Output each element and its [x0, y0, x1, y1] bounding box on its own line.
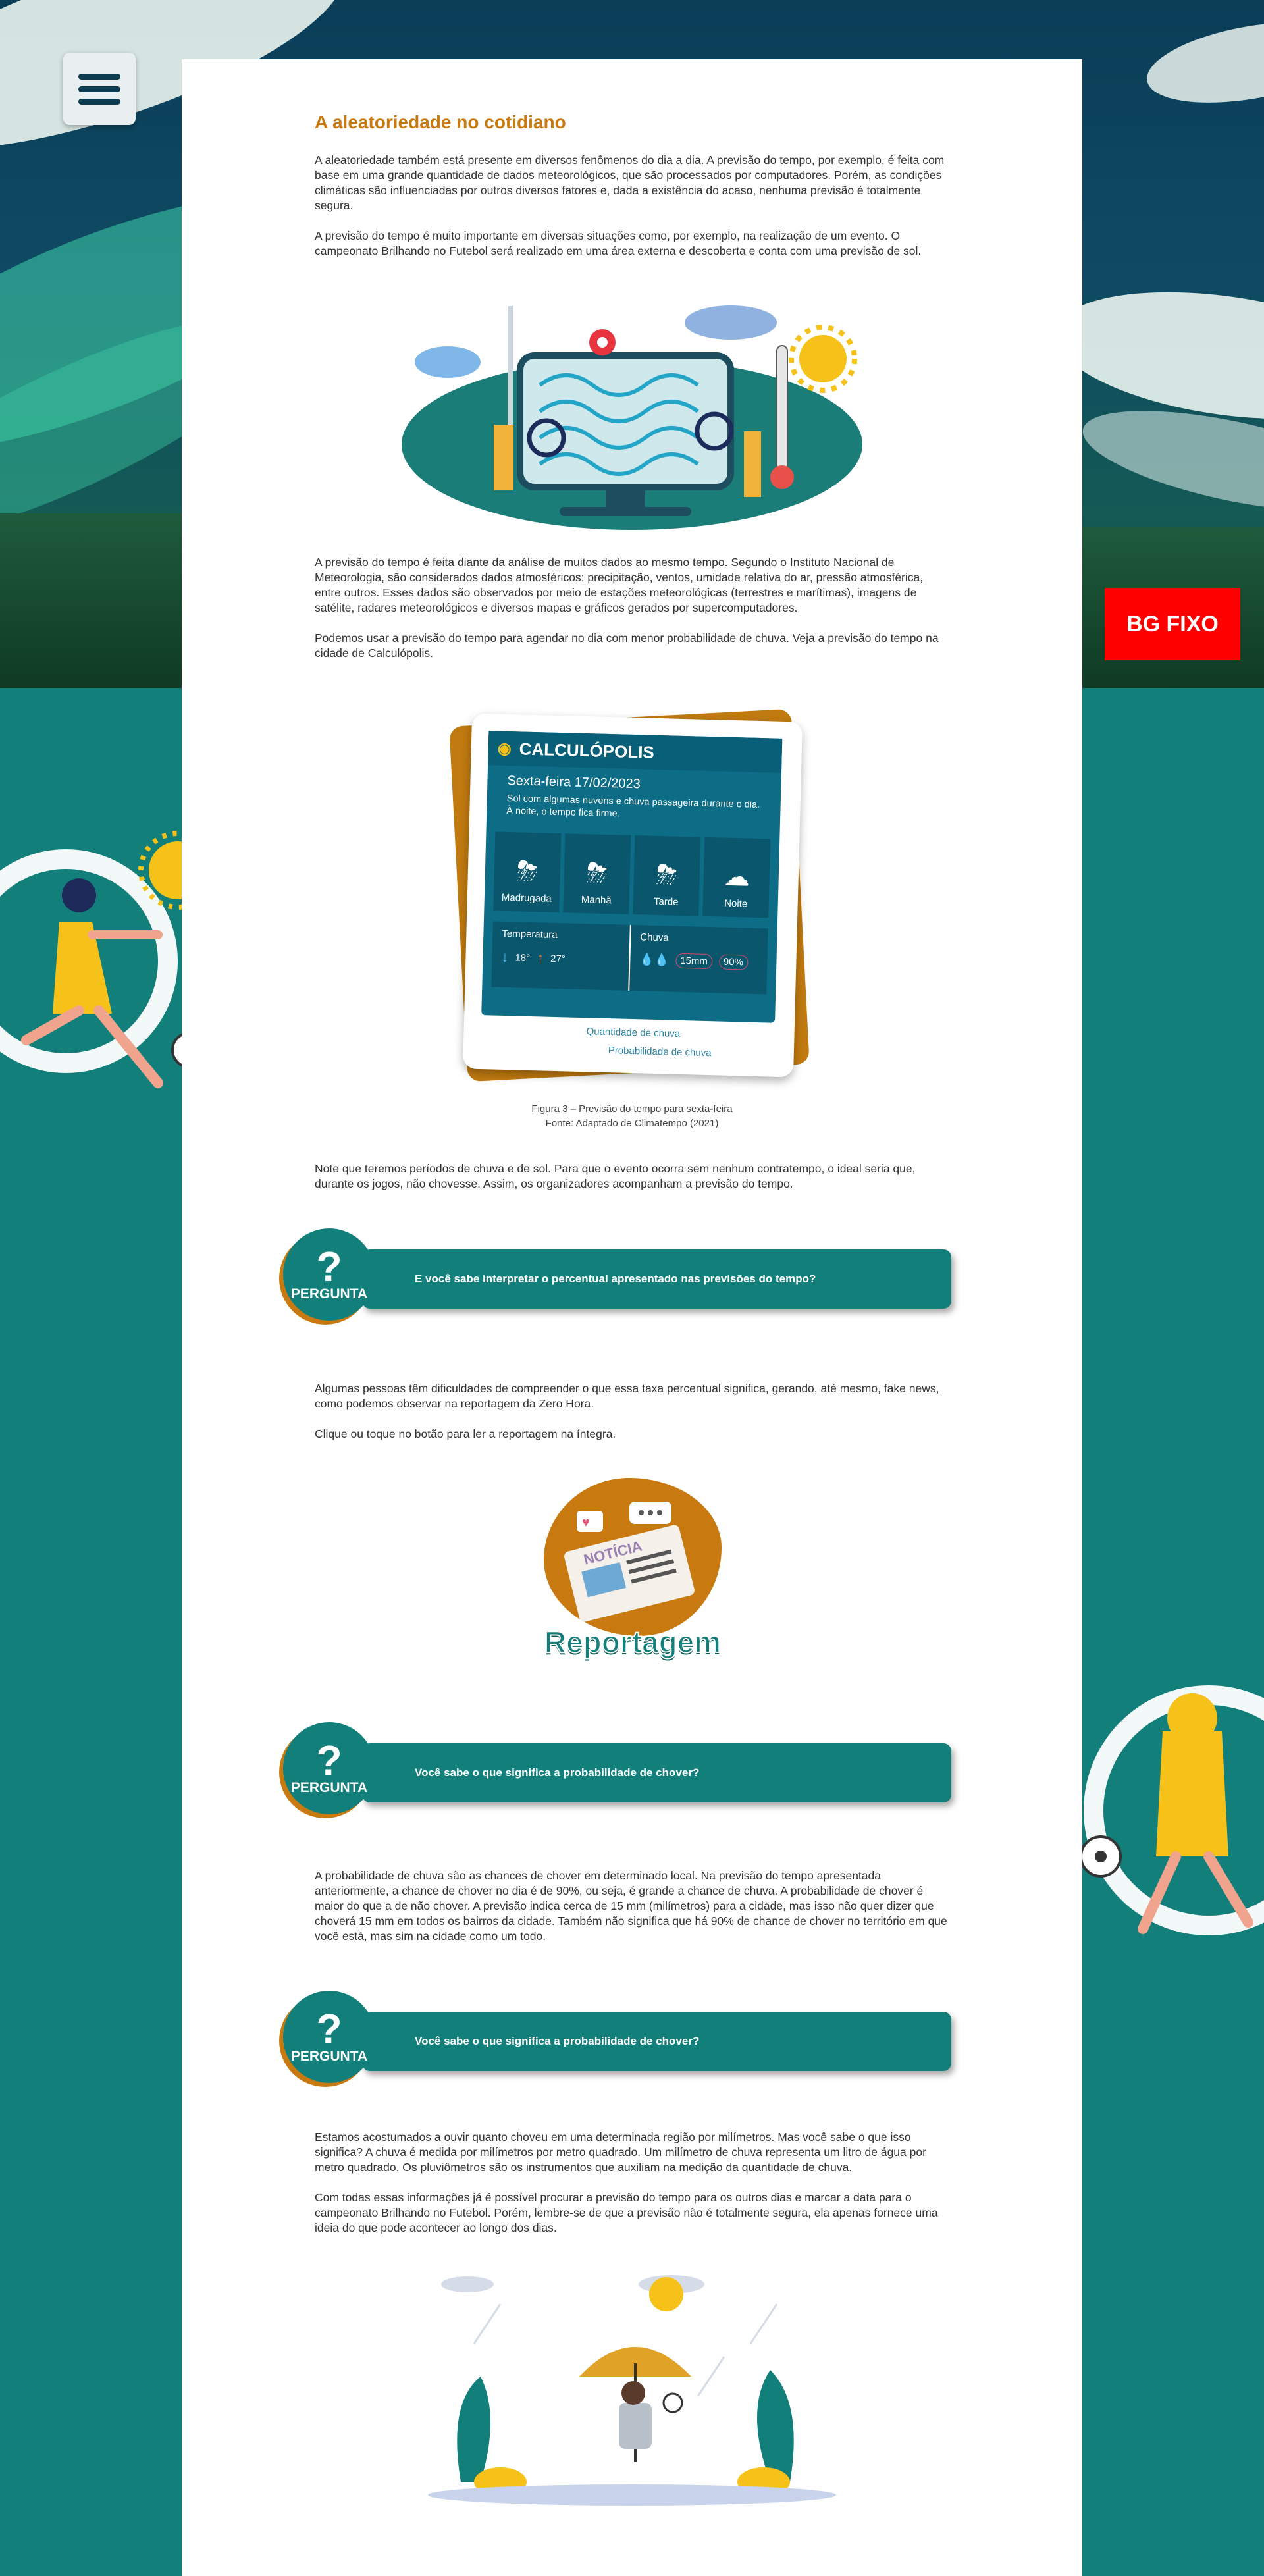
rain-amount: 15mm	[675, 953, 713, 970]
child-in-raincoat-illustration	[1080, 1685, 1264, 1935]
question-mark-icon: ?	[316, 1737, 342, 1784]
question-badge: ? PERGUNTA	[283, 1991, 375, 2083]
report-button[interactable]: NOTÍCIA ♥ Reportagem	[537, 1478, 728, 1675]
paragraph-7: Clique ou toque no botão para ler a repo…	[315, 1427, 616, 1440]
hamburger-menu-icon[interactable]	[63, 53, 136, 125]
temperature-label: Temperatura	[502, 928, 558, 941]
paragraph-5: Note que teremos períodos de chuva e de …	[315, 1162, 916, 1190]
question-box-1: E você sabe interpretar o percentual apr…	[283, 1228, 955, 1321]
annotation-rain-probability: Probabilidade de chuva	[608, 1045, 712, 1059]
paragraph-8: A probabilidade de chuva são as chances …	[315, 1869, 947, 1943]
question-text: Você sabe o que significa a probabilidad…	[415, 1766, 700, 1779]
card-front: ◉ CALCULÓPOLIS Sexta-feira 17/02/2023 So…	[463, 713, 803, 1078]
paragraph-1: A aleatoriedade também está presente em …	[315, 153, 945, 212]
paragraph-10: Com todas essas informações já é possíve…	[315, 2191, 938, 2234]
period-label: Madrugada	[501, 891, 552, 905]
temperature-max: 27°	[550, 953, 566, 964]
period-tarde: ⛈ Tarde	[633, 835, 701, 916]
paragraph-6: Algumas pessoas têm dificuldades de comp…	[315, 1382, 939, 1410]
section-title: A aleatoriedade no cotidiano	[315, 112, 566, 132]
forecast-periods: ⛈ Madrugada ⛈ Manhã ⛈ Tarde ☁ Noite	[484, 817, 780, 918]
weather-forecast-illustration	[402, 305, 862, 530]
figure-caption: Figura 3 – Previsão do tempo para sexta-…	[461, 1102, 803, 1131]
report-label: Reportagem	[544, 1624, 722, 1660]
cloud-lightning-rain-icon: ⛈	[516, 856, 539, 887]
temperature-min: 18°	[515, 951, 531, 964]
question-badge: ? PERGUNTA	[283, 1228, 375, 1321]
city-name: CALCULÓPOLIS	[519, 738, 655, 762]
figure-source: Fonte: Adaptado de Climatempo (2021)	[545, 1118, 719, 1129]
weather-forecast-card: ◉ CALCULÓPOLIS Sexta-feira 17/02/2023 So…	[449, 708, 810, 1082]
rain-measure-text: Estamos acostumados a ouvir quanto chove…	[315, 2130, 949, 2236]
location-pin-icon: ◉	[497, 739, 512, 758]
forecast-panel: ◉ CALCULÓPOLIS Sexta-feira 17/02/2023 So…	[481, 731, 783, 1023]
period-label: Tarde	[653, 895, 679, 908]
rain-probability: 90%	[718, 954, 749, 970]
cloud-lightning-rain-icon: ⛈	[656, 860, 678, 890]
question-bar: Você sabe o que significa a probabilidad…	[362, 1743, 951, 1802]
forecast-text: A previsão do tempo é feita diante da an…	[315, 555, 949, 661]
question-badge-label: PERGUNTA	[290, 1780, 368, 1795]
figure-title: Figura 3 – Previsão do tempo para sexta-…	[531, 1103, 733, 1115]
annotation-rain-amount: Quantidade de chuva	[586, 1026, 681, 1039]
period-madrugada: ⛈ Madrugada	[493, 831, 562, 913]
question-text: E você sabe interpretar o percentual apr…	[415, 1273, 816, 1285]
paragraph-9: Estamos acostumados a ouvir quanto chove…	[315, 2130, 926, 2174]
arrow-up-icon: ↑	[536, 949, 544, 966]
period-label: Manhã	[581, 893, 612, 907]
newspaper-icon: NOTÍCIA ♥	[564, 1502, 695, 1622]
question-mark-icon: ?	[316, 2005, 342, 2053]
moon-cloud-icon: ☁	[723, 862, 750, 892]
rain-stat: Chuva 💧💧 15mm 90%	[628, 924, 768, 995]
arrow-down-icon: ↓	[501, 948, 509, 966]
temperature-stat: Temperatura ↓ 18° ↑ 27°	[491, 921, 630, 990]
cloud-lightning-rain-icon: ⛈	[586, 858, 608, 888]
period-noite: ☁ Noite	[702, 837, 771, 918]
question-mark-icon: ?	[316, 1243, 342, 1290]
probability-text: A probabilidade de chuva são as chances …	[315, 1868, 949, 1944]
paragraph-3: A previsão do tempo é feita diante da an…	[315, 556, 924, 614]
question-bar: Você sabe o que significa a probabilidad…	[362, 2012, 951, 2071]
question-badge: ? PERGUNTA	[283, 1722, 375, 1814]
paragraph-2: A previsão do tempo é muito importante e…	[315, 229, 922, 257]
forecast-stats: Temperatura ↓ 18° ↑ 27° Chuva 💧💧 15mm 90…	[491, 921, 768, 995]
bg-fixo-badge: BG FIXO	[1105, 588, 1240, 660]
period-manha: ⛈ Manhã	[563, 833, 631, 914]
rain-label: Chuva	[640, 932, 669, 944]
question-box-2: Você sabe o que significa a probabilidad…	[283, 1722, 955, 1814]
note-text: Note que teremos períodos de chuva e de …	[315, 1161, 949, 1192]
svg-text:♥: ♥	[582, 1515, 590, 1530]
child-with-umbrella-illustration	[428, 2275, 836, 2506]
report-intro-text: Algumas pessoas têm dificuldades de comp…	[315, 1381, 949, 1442]
raindrops-icon: 💧💧	[639, 953, 670, 967]
paragraph-4: Podemos usar a previsão do tempo para ag…	[315, 631, 939, 660]
question-bar: E você sabe interpretar o percentual apr…	[362, 1249, 951, 1309]
question-badge-label: PERGUNTA	[290, 2049, 368, 2064]
question-box-3: Você sabe o que significa a probabilidad…	[283, 1991, 955, 2083]
intro-text: A aleatoriedade também está presente em …	[315, 153, 949, 259]
question-badge-label: PERGUNTA	[290, 1286, 368, 1301]
question-text: Você sabe o que significa a probabilidad…	[415, 2035, 700, 2047]
period-label: Noite	[724, 897, 748, 910]
